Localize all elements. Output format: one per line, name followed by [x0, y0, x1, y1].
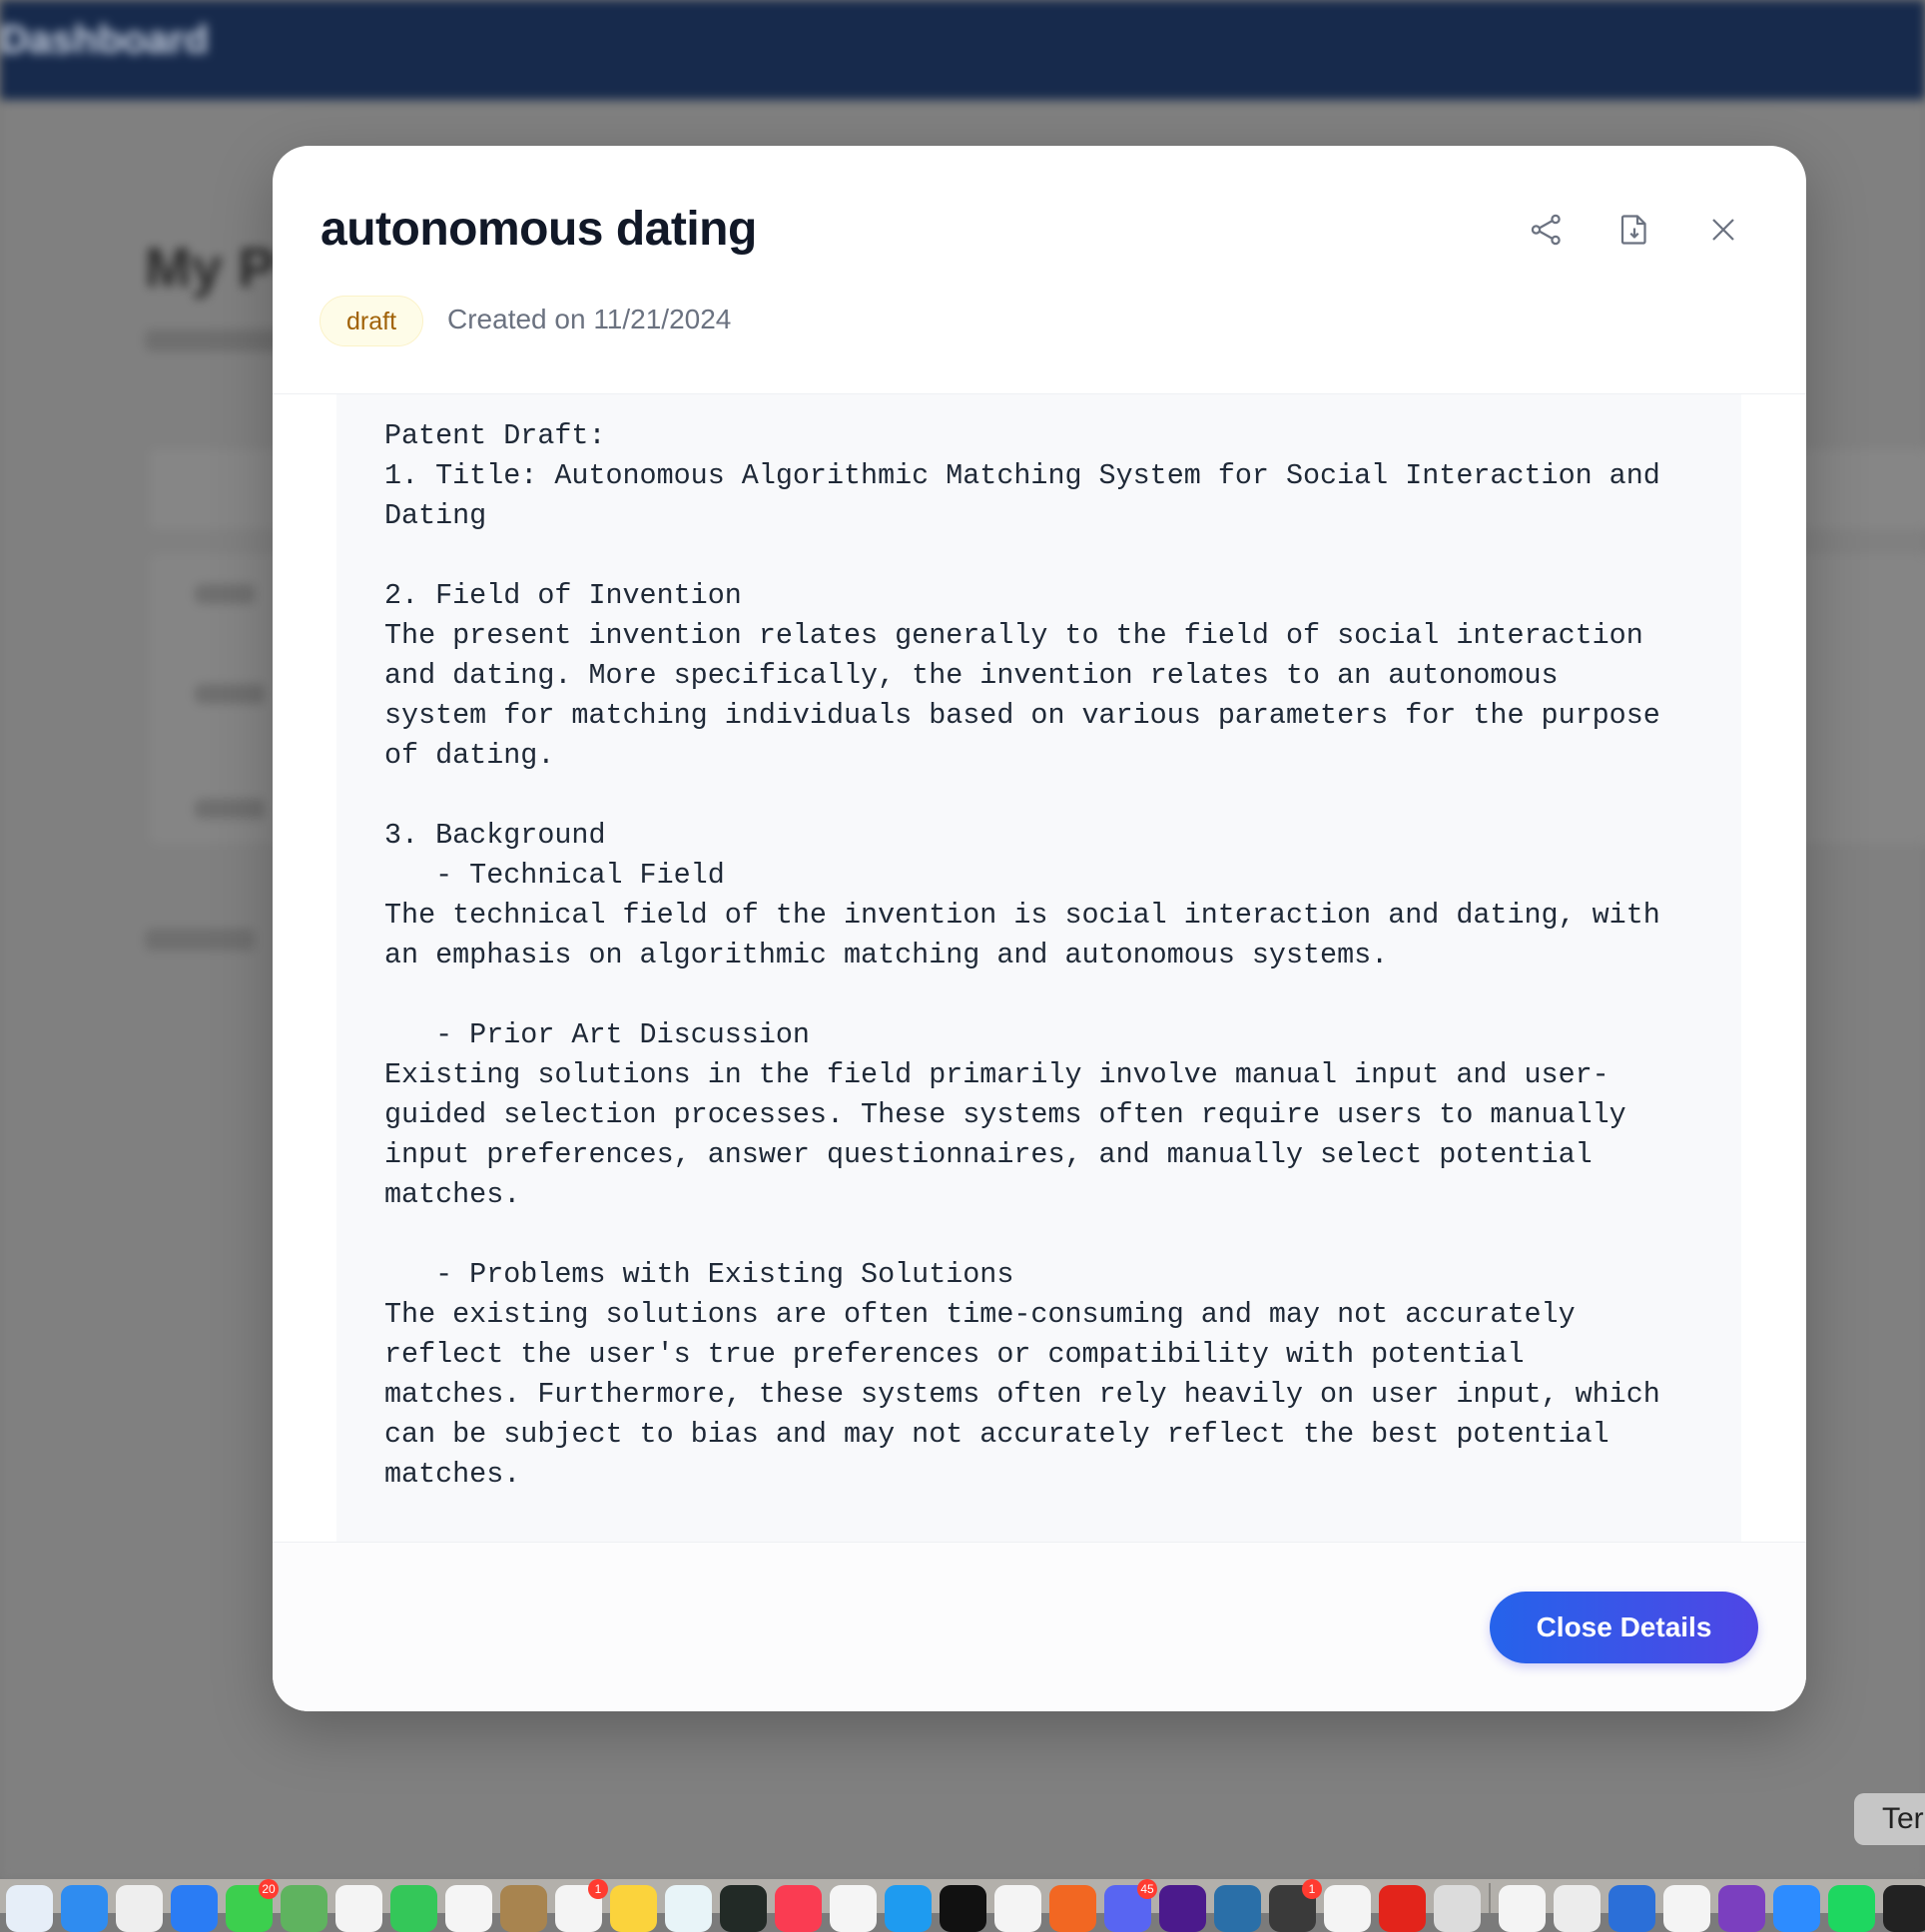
modal-title: autonomous dating: [321, 203, 757, 256]
file-download-icon: [1620, 215, 1646, 245]
patent-details-modal: autonomous dating draft Created on 11/21…: [273, 146, 1806, 1711]
patent-draft-text: Patent Draft: 1. Title: Autonomous Algor…: [384, 419, 1660, 1491]
notification-badge: 1: [1302, 1879, 1322, 1899]
dock-app-icon[interactable]: 1: [1269, 1879, 1322, 1932]
close-details-button[interactable]: Close Details: [1490, 1592, 1758, 1663]
dock-app-icon[interactable]: [775, 1885, 822, 1932]
dock-app-icon[interactable]: [500, 1885, 547, 1932]
notification-badge: 20: [259, 1879, 279, 1899]
dock-app-icon[interactable]: [1324, 1885, 1371, 1932]
dock-app-icon[interactable]: [116, 1885, 163, 1932]
navbar-brand: Dashboard: [0, 18, 209, 62]
dock-app-icon[interactable]: [390, 1885, 437, 1932]
dock-recent-app-icon[interactable]: [1663, 1885, 1710, 1932]
page-subtitle: [145, 329, 285, 351]
download-button[interactable]: [1610, 206, 1658, 254]
dock-recent-app-icon[interactable]: [1718, 1885, 1765, 1932]
table-header: [195, 584, 255, 604]
pagination-info: [145, 929, 255, 951]
table-row: [195, 799, 265, 819]
top-navbar: Dashboard: [0, 0, 1925, 100]
dock-app-icon[interactable]: 1: [555, 1879, 608, 1932]
dock-recent-app-icon[interactable]: [1883, 1885, 1925, 1932]
dock-app-icon[interactable]: [6, 1885, 53, 1932]
dock-app-icon[interactable]: [335, 1885, 382, 1932]
share-button[interactable]: [1523, 206, 1571, 254]
dock-app-icon[interactable]: [940, 1885, 986, 1932]
dock-separator: [1489, 1883, 1491, 1913]
status-badge: draft: [320, 296, 424, 346]
close-button[interactable]: [1699, 206, 1747, 254]
dock-tooltip: Ter: [1854, 1793, 1925, 1845]
dock-app-icon[interactable]: [994, 1885, 1041, 1932]
dock-app-icon[interactable]: [1214, 1885, 1261, 1932]
table-row: [195, 684, 265, 704]
notification-badge: 45: [1137, 1879, 1157, 1899]
dock-recent-app-icon[interactable]: [1554, 1885, 1601, 1932]
dock-recent-app-icon[interactable]: [1773, 1885, 1820, 1932]
dock-app-icon[interactable]: [171, 1885, 218, 1932]
dock-app-icon[interactable]: [1434, 1885, 1481, 1932]
patent-content-scroll[interactable]: Patent Draft: 1. Title: Autonomous Algor…: [336, 394, 1741, 1542]
dock-app-icon[interactable]: [1159, 1885, 1206, 1932]
macos-dock: 20 1 45 1: [0, 1879, 1925, 1932]
dock-app-icon[interactable]: [720, 1885, 767, 1932]
dock-app-icon[interactable]: [445, 1885, 492, 1932]
dock-app-icon[interactable]: [885, 1885, 932, 1932]
page-heading: My P: [145, 236, 276, 299]
notification-badge: 1: [588, 1879, 608, 1899]
dock-recent-app-icon[interactable]: [1608, 1885, 1655, 1932]
share-icon: [1531, 214, 1561, 246]
dock-app-icon[interactable]: [830, 1885, 877, 1932]
dock-app-icon[interactable]: [61, 1885, 108, 1932]
dock-app-icon[interactable]: [665, 1885, 712, 1932]
dock-recent-app-icon[interactable]: [1828, 1885, 1875, 1932]
close-icon: [1712, 219, 1734, 241]
dock-app-icon[interactable]: [1049, 1885, 1096, 1932]
dock-app-icon[interactable]: [610, 1885, 657, 1932]
dock-app-icon[interactable]: 20: [226, 1879, 279, 1932]
created-date: Created on 11/21/2024: [447, 304, 732, 334]
dock-app-icon[interactable]: [281, 1885, 327, 1932]
dock-app-icon[interactable]: [1379, 1885, 1426, 1932]
dock-recent-app-icon[interactable]: [1499, 1885, 1546, 1932]
dock-app-icon[interactable]: 45: [1104, 1879, 1157, 1932]
